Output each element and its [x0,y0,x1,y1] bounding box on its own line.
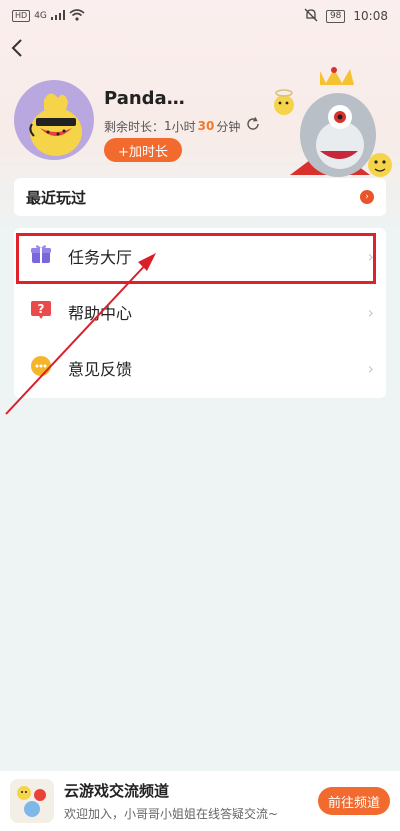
remaining-time: 剩余时长： 1 小时 30 分钟 [104,117,260,135]
menu-item-task-hall[interactable]: 任务大厅 › [14,228,386,284]
wifi-icon [69,8,85,24]
remaining-label: 剩余时长： [104,119,165,134]
recently-played-title: 最近玩过 [26,188,87,207]
chat-icon [30,355,52,381]
hours-unit: 小时 [171,119,196,134]
status-right: 98 10:08 [304,8,388,25]
gift-icon [30,243,52,269]
duck-avatar-icon [29,93,82,156]
banner-title: 云游戏交流频道 [64,782,170,800]
battery-indicator: 98 [325,9,346,23]
minutes-unit: 分钟 [216,119,241,134]
clock: 10:08 [353,9,388,23]
menu-item-feedback[interactable]: 意见反馈 › [14,340,386,396]
svg-text:?: ? [38,302,45,316]
menu-item-label: 任务大厅 [68,248,133,267]
signal-icon: 4G [34,11,47,21]
banner-text: 云游戏交流频道 欢迎加入，小哥哥小姐姐在线答疑交流~ [64,780,318,822]
mute-icon [304,8,318,25]
remaining-hours: 1 [164,119,172,133]
community-banner[interactable]: 云游戏交流频道 欢迎加入，小哥哥小姐姐在线答疑交流~ 前往频道 [0,771,400,831]
arrow-right-icon: › [360,190,374,204]
shark-mascot-icon [274,67,392,177]
menu-item-help-center[interactable]: ? 帮助中心 › [14,284,386,340]
banner-subtitle: 欢迎加入，小哥哥小姐姐在线答疑交流~ [64,807,279,821]
refresh-icon[interactable] [246,117,260,135]
menu-item-label: 意见反馈 [68,360,133,379]
back-button[interactable] [10,38,30,60]
hd-indicator: HD [12,10,31,22]
add-time-button[interactable]: +加时长 [104,138,182,162]
menu-item-label: 帮助中心 [68,304,133,323]
menu-card: 任务大厅 › ? 帮助中心 › 意见反馈 › [14,228,386,398]
community-logo-icon [10,779,54,823]
username: Panda… [104,88,185,109]
chevron-right-icon: › [367,246,374,266]
remaining-minutes: 30 [197,119,215,133]
question-icon: ? [30,299,52,325]
chevron-right-icon: › [367,358,374,378]
signal-bars-icon [50,9,65,23]
recently-played-row[interactable]: 最近玩过 › [14,178,386,216]
status-bar: HD 4G 98 10:08 [0,0,400,32]
avatar[interactable] [14,80,94,160]
chevron-left-icon [11,39,22,57]
chevron-right-icon: › [367,302,374,322]
go-to-channel-button[interactable]: 前往频道 [318,787,390,815]
status-left: HD 4G [12,8,85,24]
